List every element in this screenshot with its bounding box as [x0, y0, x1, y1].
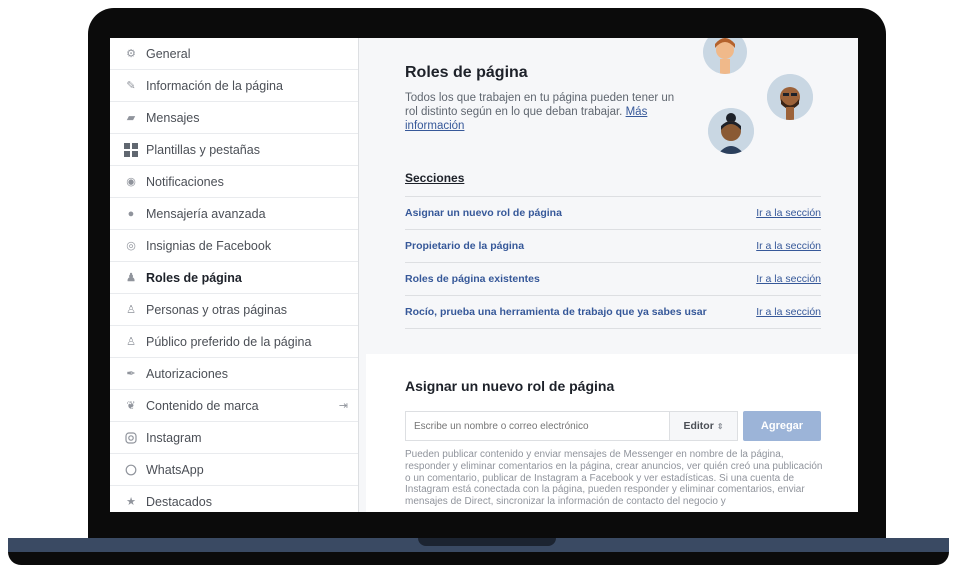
sidebar-item-label: Mensajería avanzada	[146, 206, 266, 221]
sidebar-item-page-roles[interactable]: ♟ Roles de página	[110, 262, 358, 294]
people-icon: ♙	[126, 336, 136, 348]
assign-role-card: Asignar un nuevo rol de página Editor ⇕ …	[366, 354, 858, 512]
sidebar-item-badges[interactable]: ◎ Insignias de Facebook	[110, 230, 358, 262]
sidebar-item-label: Público preferido de la página	[146, 334, 312, 349]
roles-description: Todos los que trabajen en tu página pued…	[405, 92, 675, 132]
go-to-section-link[interactable]: Ir a la sección	[756, 240, 821, 252]
sidebar-item-label: Notificaciones	[146, 174, 224, 189]
divider	[405, 328, 821, 329]
handshake-icon: ❦	[126, 400, 136, 412]
page-roles-main: Roles de página Todos los que trabajen e…	[366, 38, 858, 512]
section-link-existing-roles[interactable]: Roles de página existentes	[405, 273, 540, 285]
sidebar-item-authorizations[interactable]: ✒ Autorizaciones	[110, 358, 358, 390]
sidebar-item-label: Insignias de Facebook	[146, 238, 272, 253]
sidebar-item-notifications[interactable]: ◉ Notificaciones	[110, 166, 358, 198]
sidebar-item-whatsapp[interactable]: WhatsApp	[110, 454, 358, 486]
sidebar-item-messages[interactable]: ▰ Mensajes	[110, 102, 358, 134]
badge-icon: ◎	[126, 240, 136, 252]
people-icon: ♙	[126, 304, 136, 316]
sidebar-item-featured[interactable]: ★ Destacados	[110, 486, 358, 512]
sidebar-item-label: Contenido de marca	[146, 398, 259, 413]
settings-sidebar: ⚙ General ✎ Información de la página ▰ M…	[110, 38, 359, 512]
section-row: Rocío, prueba una herramienta de trabajo…	[405, 303, 821, 323]
sidebar-item-label: Personas y otras páginas	[146, 302, 288, 317]
sidebar-item-label: Plantillas y pestañas	[146, 142, 260, 157]
sidebar-item-label: Información de la página	[146, 78, 283, 93]
sidebar-item-people-pages[interactable]: ♙ Personas y otras páginas	[110, 294, 358, 326]
sidebar-item-branded-content[interactable]: ❦ Contenido de marca ⇥	[110, 390, 358, 422]
sidebar-item-instagram[interactable]: Instagram	[110, 422, 358, 454]
sidebar-item-label: WhatsApp	[146, 462, 204, 477]
section-row: Roles de página existentes Ir a la secci…	[405, 270, 821, 290]
external-link-icon: ⇥	[338, 400, 348, 412]
gear-icon: ⚙	[126, 48, 136, 60]
pencil-icon: ✎	[126, 80, 136, 92]
sidebar-item-page-info[interactable]: ✎ Información de la página	[110, 70, 358, 102]
role-explanation: Pueden publicar contenido y enviar mensa…	[405, 449, 823, 508]
laptop-notch	[418, 538, 556, 546]
page-title: Roles de página	[405, 64, 528, 81]
grid-icon	[124, 142, 138, 157]
assign-role-title: Asignar un nuevo rol de página	[405, 378, 615, 394]
avatar-illustration-2	[767, 74, 813, 120]
sections-title: Secciones	[405, 171, 465, 185]
divider	[405, 196, 821, 197]
person-icon: ♟	[126, 272, 136, 284]
section-link-work-tool[interactable]: Rocío, prueba una herramienta de trabajo…	[405, 306, 707, 318]
sidebar-item-templates[interactable]: Plantillas y pestañas	[110, 134, 358, 166]
go-to-section-link[interactable]: Ir a la sección	[756, 207, 821, 219]
divider	[405, 295, 821, 296]
chat-bubble-icon: ●	[127, 207, 135, 220]
laptop-bottom	[8, 552, 949, 565]
sidebar-item-label: Instagram	[146, 430, 202, 445]
sidebar-item-label: General	[146, 46, 191, 61]
messages-icon: ▰	[126, 112, 136, 124]
sidebar-item-label: Autorizaciones	[146, 366, 228, 381]
name-email-input[interactable]	[405, 411, 670, 441]
sidebar-item-label: Mensajes	[146, 110, 200, 125]
star-icon: ★	[126, 496, 136, 508]
go-to-section-link[interactable]: Ir a la sección	[756, 273, 821, 285]
sidebar-item-advanced-messaging[interactable]: ● Mensajería avanzada	[110, 198, 358, 230]
section-row: Propietario de la página Ir a la sección	[405, 237, 821, 257]
avatar-illustration-3	[708, 108, 754, 154]
section-link-page-owner[interactable]: Propietario de la página	[405, 240, 524, 252]
section-link-assign-role[interactable]: Asignar un nuevo rol de página	[405, 207, 562, 219]
whatsapp-icon	[124, 463, 138, 477]
globe-icon: ◉	[126, 176, 136, 188]
sidebar-item-general[interactable]: ⚙ General	[110, 38, 358, 70]
instagram-icon	[124, 431, 138, 445]
sidebar-item-preferred-audience[interactable]: ♙ Público preferido de la página	[110, 326, 358, 358]
page-roles-card: Roles de página Todos los que trabajen e…	[366, 38, 858, 354]
role-select[interactable]: Editor ⇕	[670, 411, 738, 441]
go-to-section-link[interactable]: Ir a la sección	[756, 306, 821, 318]
add-button[interactable]: Agregar	[743, 411, 821, 441]
avatar-illustration-1	[703, 38, 747, 74]
sidebar-item-label: Destacados	[146, 494, 213, 509]
divider	[405, 262, 821, 263]
screen: ⚙ General ✎ Información de la página ▰ M…	[110, 38, 858, 512]
sidebar-item-label: Roles de página	[146, 270, 242, 285]
sort-arrows-icon: ⇕	[716, 421, 724, 431]
divider	[405, 229, 821, 230]
section-row: Asignar un nuevo rol de página Ir a la s…	[405, 204, 821, 224]
wrench-icon: ✒	[126, 368, 136, 380]
